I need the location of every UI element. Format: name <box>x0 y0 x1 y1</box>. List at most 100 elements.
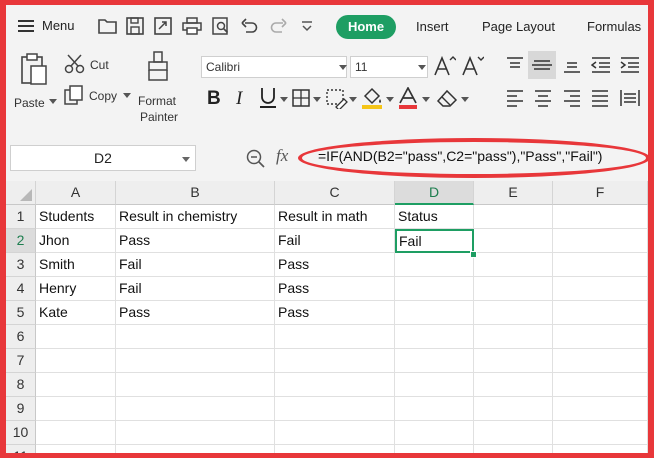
open-folder-icon[interactable] <box>98 17 118 35</box>
cell-e6[interactable] <box>474 325 553 349</box>
format-painter-label-2[interactable]: Painter <box>140 110 178 124</box>
cell-b11[interactable] <box>116 445 275 453</box>
column-header-b[interactable]: B <box>116 181 275 205</box>
decrease-font-size-icon[interactable] <box>462 55 484 77</box>
save-icon[interactable] <box>126 17 144 35</box>
export-icon[interactable] <box>154 17 172 35</box>
cell-e9[interactable] <box>474 397 553 421</box>
fx-icon[interactable]: fx <box>276 146 288 166</box>
decrease-indent-icon[interactable] <box>591 56 611 74</box>
paste-dropdown-icon[interactable] <box>49 99 57 105</box>
cell-d6[interactable] <box>395 325 474 349</box>
cell-a7[interactable] <box>36 349 116 373</box>
row-header-3[interactable]: 3 <box>6 253 36 277</box>
column-header-c[interactable]: C <box>275 181 395 205</box>
cell-a11[interactable] <box>36 445 116 453</box>
row-header-4[interactable]: 4 <box>6 277 36 301</box>
cell-e1[interactable] <box>474 205 553 229</box>
row-header-7[interactable]: 7 <box>6 349 36 373</box>
cell-c8[interactable] <box>275 373 395 397</box>
borders-dropdown-icon[interactable] <box>313 97 321 103</box>
hamburger-menu-icon[interactable] <box>18 19 34 33</box>
cell-c4[interactable]: Pass <box>275 277 395 301</box>
row-header-5[interactable]: 5 <box>6 301 36 325</box>
cell-a10[interactable] <box>36 421 116 445</box>
row-header-9[interactable]: 9 <box>6 397 36 421</box>
distributed-align-icon[interactable] <box>620 89 640 107</box>
zoom-function-icon[interactable] <box>246 149 266 169</box>
cell-c10[interactable] <box>275 421 395 445</box>
column-header-a[interactable]: A <box>36 181 116 205</box>
cell-a6[interactable] <box>36 325 116 349</box>
scissors-icon[interactable] <box>64 53 86 75</box>
print-icon[interactable] <box>182 17 202 35</box>
cell-e10[interactable] <box>474 421 553 445</box>
font-size-dropdown-icon[interactable] <box>418 65 426 71</box>
fill-color-icon[interactable] <box>361 87 383 109</box>
cell-b5[interactable]: Pass <box>116 301 275 325</box>
fill-handle[interactable] <box>470 251 477 258</box>
select-all-corner[interactable] <box>6 181 36 205</box>
cell-d7[interactable] <box>395 349 474 373</box>
cell-b9[interactable] <box>116 397 275 421</box>
cell-c7[interactable] <box>275 349 395 373</box>
borders-icon[interactable] <box>292 89 310 107</box>
cell-c3[interactable]: Pass <box>275 253 395 277</box>
copy-button[interactable]: Copy <box>89 89 117 103</box>
cell-a1[interactable]: Students <box>36 205 116 229</box>
cut-button[interactable]: Cut <box>90 58 109 72</box>
format-painter-icon[interactable] <box>146 51 172 83</box>
font-name-select[interactable]: Calibri <box>201 56 347 78</box>
customize-toolbar-icon[interactable] <box>300 19 314 33</box>
cell-d9[interactable] <box>395 397 474 421</box>
align-left-icon[interactable] <box>506 89 524 107</box>
cell-d1[interactable]: Status <box>395 205 474 229</box>
font-color-icon[interactable] <box>398 87 418 109</box>
undo-icon[interactable] <box>240 17 258 35</box>
align-right-icon[interactable] <box>563 89 581 107</box>
cell-f2[interactable] <box>553 229 648 253</box>
cell-style-dropdown-icon[interactable] <box>349 97 357 103</box>
row-header-1[interactable]: 1 <box>6 205 36 229</box>
tab-home[interactable]: Home <box>336 15 396 39</box>
cell-f7[interactable] <box>553 349 648 373</box>
menu-button[interactable]: Menu <box>42 18 75 33</box>
eraser-dropdown-icon[interactable] <box>461 97 469 103</box>
cell-e11[interactable] <box>474 445 553 453</box>
justify-icon[interactable] <box>591 89 609 107</box>
print-preview-icon[interactable] <box>212 17 230 35</box>
cell-f9[interactable] <box>553 397 648 421</box>
cell-style-icon[interactable] <box>326 87 348 109</box>
cell-b2[interactable]: Pass <box>116 229 275 253</box>
cell-e7[interactable] <box>474 349 553 373</box>
cell-d3[interactable] <box>395 253 474 277</box>
paste-button[interactable]: Paste <box>14 96 45 110</box>
row-header-11[interactable]: 11 <box>6 445 36 453</box>
copy-icon[interactable] <box>64 85 84 105</box>
cell-f1[interactable] <box>553 205 648 229</box>
row-header-2[interactable]: 2 <box>6 229 36 253</box>
row-header-10[interactable]: 10 <box>6 421 36 445</box>
cell-d4[interactable] <box>395 277 474 301</box>
cell-f10[interactable] <box>553 421 648 445</box>
row-header-8[interactable]: 8 <box>6 373 36 397</box>
align-middle-icon[interactable] <box>528 51 556 79</box>
cell-f5[interactable] <box>553 301 648 325</box>
cell-d5[interactable] <box>395 301 474 325</box>
italic-icon[interactable]: I <box>234 87 248 107</box>
cell-c11[interactable] <box>275 445 395 453</box>
align-bottom-icon[interactable] <box>563 56 581 74</box>
cell-a9[interactable] <box>36 397 116 421</box>
cell-a2[interactable]: Jhon <box>36 229 116 253</box>
column-header-f[interactable]: F <box>553 181 648 205</box>
redo-icon[interactable] <box>270 17 288 35</box>
cell-b8[interactable] <box>116 373 275 397</box>
font-size-select[interactable]: 11 <box>350 56 428 78</box>
name-box[interactable]: D2 <box>10 145 196 171</box>
cell-e4[interactable] <box>474 277 553 301</box>
cell-b4[interactable]: Fail <box>116 277 275 301</box>
cell-f11[interactable] <box>553 445 648 453</box>
cell-d10[interactable] <box>395 421 474 445</box>
font-color-dropdown-icon[interactable] <box>422 97 430 103</box>
cell-a4[interactable]: Henry <box>36 277 116 301</box>
